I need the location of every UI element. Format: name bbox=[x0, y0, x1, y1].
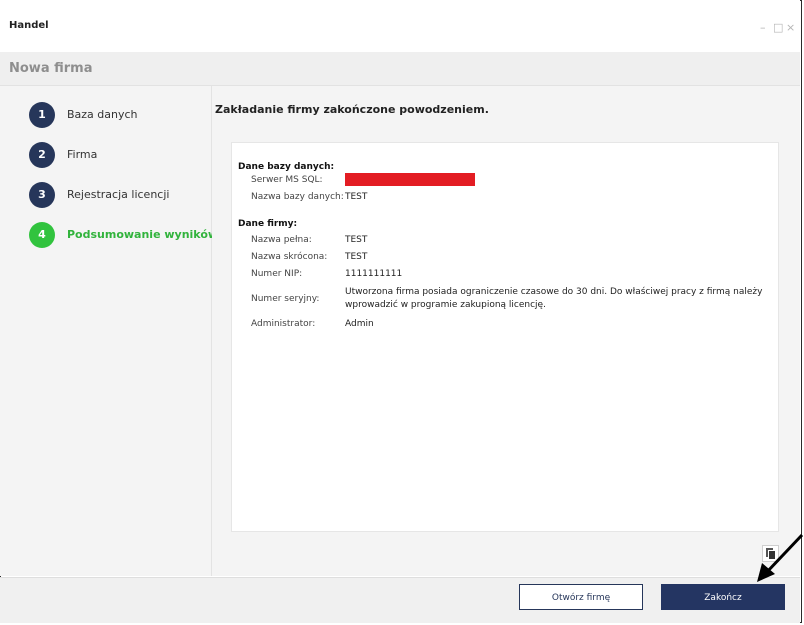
minimize-button[interactable]: – bbox=[760, 22, 766, 33]
server-label: Serwer MS SQL: bbox=[251, 175, 323, 185]
step-number: 2 bbox=[29, 142, 55, 168]
wizard-title: Nowa firma bbox=[9, 61, 93, 76]
maximize-button[interactable]: □ bbox=[773, 22, 783, 33]
short-name-label: Nazwa skrócona: bbox=[251, 252, 328, 262]
admin-label: Administrator: bbox=[251, 319, 316, 329]
finish-button[interactable]: Zakończ bbox=[661, 584, 785, 610]
copy-icon bbox=[766, 548, 776, 560]
nip-label: Numer NIP: bbox=[251, 269, 303, 279]
database-section-title: Dane bazy danych: bbox=[238, 162, 335, 172]
company-section-title: Dane firmy: bbox=[238, 219, 298, 229]
title-bar bbox=[0, 0, 800, 52]
step-label: Rejestracja licencji bbox=[67, 188, 170, 201]
full-name-value: TEST bbox=[345, 235, 368, 245]
wizard-header bbox=[0, 52, 800, 86]
step-label: Podsumowanie wyników bbox=[67, 228, 219, 241]
window-title: Handel bbox=[9, 20, 49, 31]
open-company-button[interactable]: Otwórz firmę bbox=[519, 584, 643, 610]
copy-button[interactable] bbox=[762, 545, 779, 562]
admin-value: Admin bbox=[345, 319, 374, 329]
redacted-server-value bbox=[345, 173, 475, 186]
db-name-value: TEST bbox=[345, 192, 368, 202]
step-number: 3 bbox=[29, 182, 55, 208]
full-name-label: Nazwa pełna: bbox=[251, 235, 312, 245]
step-number: 1 bbox=[29, 102, 55, 128]
db-name-label: Nazwa bazy danych: bbox=[251, 192, 344, 202]
success-heading: Zakładanie firmy zakończone powodzeniem. bbox=[215, 103, 489, 116]
step-number: 4 bbox=[29, 222, 55, 248]
close-button[interactable]: × bbox=[786, 22, 795, 33]
serial-value: Utworzona firma posiada ograniczenie cza… bbox=[345, 287, 763, 310]
step-label: Firma bbox=[67, 148, 98, 161]
step-label: Baza danych bbox=[67, 108, 138, 121]
short-name-value: TEST bbox=[345, 252, 368, 262]
nip-value: 1111111111 bbox=[345, 269, 403, 279]
serial-label: Numer seryjny: bbox=[251, 294, 320, 304]
